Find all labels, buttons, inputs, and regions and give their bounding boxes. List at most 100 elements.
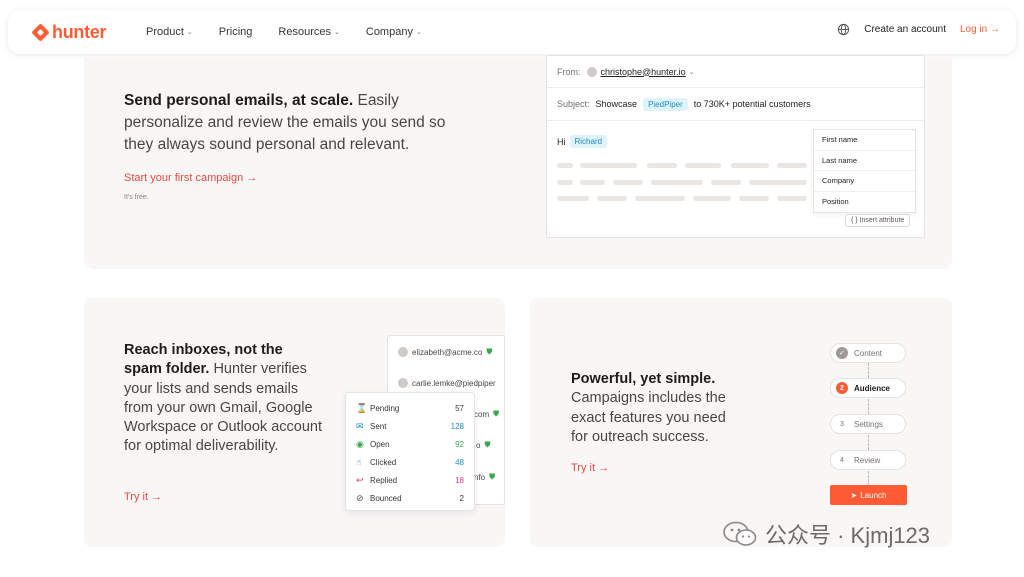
globe-icon[interactable] — [837, 23, 850, 36]
step-label: Review — [854, 455, 881, 465]
attribute-option-position[interactable]: Position — [814, 192, 915, 213]
stat-row-replied: ↩ Replied 18 — [356, 471, 464, 489]
placeholder-line — [731, 163, 769, 168]
attribute-option-last-name[interactable]: Last name — [814, 151, 915, 171]
contact-item: elizabeth@acme.co ⛊ — [398, 347, 492, 357]
verified-shield-icon: ⛊ — [484, 440, 491, 449]
stat-label: Clicked — [370, 457, 397, 467]
campaign-stats-panel: ⌛ Pending 57 ✉ Sent 128 ◉ Open 92 ☝ Clicked 48 ↩… — [345, 392, 475, 511]
nav-item-company[interactable]: Company ⌄ — [366, 26, 422, 38]
free-note: It's free. — [124, 194, 149, 201]
stat-row-sent: ✉ Sent 128 — [356, 417, 464, 435]
attribute-dropdown: First name Last name Company Position — [813, 129, 916, 213]
contact-item: carlie.lemke@piedpiper — [398, 378, 496, 388]
contact-email: nfo — [474, 472, 486, 482]
contact-item: nfo ⛊ — [474, 472, 495, 482]
placeholder-line — [557, 180, 573, 185]
stat-row-open: ◉ Open 92 — [356, 435, 464, 453]
step-label: Content — [854, 348, 883, 358]
step-content[interactable]: ✓ Content — [830, 343, 906, 363]
greeting-line: Hi Richard — [557, 135, 608, 148]
placeholder-line — [557, 163, 573, 168]
chevron-down-icon: ⌄ — [415, 29, 422, 36]
company-variable-tag[interactable]: PiedPiper — [643, 97, 688, 111]
deliverability-try-link[interactable]: Try it → — [124, 491, 162, 503]
attribute-option-company[interactable]: Company — [814, 171, 915, 192]
hourglass-icon: ⌛ — [356, 402, 368, 413]
placeholder-line — [685, 163, 721, 168]
create-account-link[interactable]: Create an account — [864, 24, 946, 35]
placeholder-line — [613, 180, 643, 185]
nav-item-label: Product — [146, 26, 184, 38]
stat-row-pending: ⌛ Pending 57 — [356, 399, 464, 417]
send-icon: ➤ — [850, 490, 858, 500]
step-label: Settings — [854, 419, 883, 429]
simple-try-link[interactable]: Try it → — [571, 462, 609, 474]
contact-email: com — [474, 409, 490, 419]
verified-shield-icon: ⛊ — [493, 409, 500, 418]
verified-shield-icon: ⛊ — [489, 472, 496, 481]
attribute-option-first-name[interactable]: First name — [814, 130, 915, 151]
reply-icon: ↩ — [356, 474, 364, 485]
launch-label: Launch — [860, 490, 887, 500]
email-composer-mock: From: christophe@hunter.io ⌄ Subject: Sh… — [546, 55, 925, 238]
contact-email: elizabeth@acme.co — [412, 347, 483, 357]
step-number: 3 — [840, 420, 844, 428]
from-address[interactable]: christophe@hunter.io — [601, 67, 686, 77]
placeholder-line — [739, 196, 769, 201]
mail-icon: ✉ — [356, 420, 364, 431]
nav-item-pricing[interactable]: Pricing — [219, 26, 253, 38]
step-label: Audience — [854, 383, 891, 393]
stat-label: Sent — [370, 421, 387, 431]
nav-item-resources[interactable]: Resources ⌄ — [278, 26, 339, 38]
stat-value: 2 — [459, 493, 464, 503]
start-campaign-link[interactable]: Start your first campaign → — [124, 172, 257, 184]
nav-actions: Create an account Log in → — [837, 23, 1000, 36]
step-connector — [868, 399, 869, 414]
nav-item-product[interactable]: Product ⌄ — [146, 26, 193, 38]
subject-row: Subject: Showcase PiedPiper to 730K+ pot… — [547, 88, 924, 121]
first-name-variable-tag[interactable]: Richard — [569, 135, 608, 148]
stat-value: 48 — [455, 457, 464, 467]
insert-attribute-button[interactable]: { } Insert attribute — [845, 214, 911, 227]
nav-item-label: Resources — [278, 26, 331, 38]
login-link[interactable]: Log in → — [960, 24, 1000, 35]
placeholder-line — [777, 196, 807, 201]
chevron-down-icon[interactable]: ⌄ — [689, 68, 695, 76]
avatar — [398, 347, 408, 357]
watermark: 公众号 · Kjmj123 — [723, 518, 930, 550]
stat-label: Replied — [370, 475, 398, 485]
subject-suffix: to 730K+ potential customers — [693, 99, 811, 109]
launch-button[interactable]: ➤ Launch — [830, 485, 907, 505]
step-settings[interactable]: 3 Settings — [830, 414, 906, 434]
hunter-logo[interactable]: hunter — [31, 22, 107, 43]
contact-email: carlie.lemke@piedpiper — [412, 378, 496, 388]
contact-item: com ⛊ — [474, 409, 499, 419]
placeholder-line — [557, 196, 589, 201]
stat-row-clicked: ☝ Clicked 48 — [356, 453, 464, 471]
chevron-down-icon: ⌄ — [334, 29, 340, 36]
stat-value: 18 — [455, 475, 464, 485]
subject-prefix: Showcase — [595, 99, 638, 109]
step-connector — [868, 435, 869, 450]
placeholder-line — [651, 180, 703, 185]
placeholder-line — [711, 180, 741, 185]
step-review[interactable]: 4 Review — [830, 450, 906, 470]
check-icon: ✓ — [836, 347, 848, 359]
ban-icon: ⊘ — [356, 492, 364, 503]
from-row: From: christophe@hunter.io ⌄ — [547, 56, 924, 88]
personalize-heading: Send personal emails, at scale. Easily p… — [124, 92, 446, 153]
greeting-text: Hi — [557, 136, 566, 147]
nav-menu: Product ⌄ Pricing Resources ⌄ Company ⌄ — [146, 26, 448, 38]
eye-icon: ◉ — [356, 438, 364, 449]
deliverability-heading: Reach inboxes, not the spam folder. Hunt… — [124, 342, 322, 455]
step-audience[interactable]: 2 Audience — [830, 378, 906, 398]
stat-label: Pending — [370, 403, 400, 413]
placeholder-line — [580, 180, 605, 185]
top-navigation: hunter Product ⌄ Pricing Resources ⌄ Compa… — [8, 10, 1016, 54]
nav-item-label: Pricing — [218, 26, 253, 38]
avatar — [586, 66, 597, 77]
chevron-down-icon: ⌄ — [186, 29, 193, 36]
click-icon: ☝ — [356, 456, 362, 467]
placeholder-line — [580, 163, 637, 168]
